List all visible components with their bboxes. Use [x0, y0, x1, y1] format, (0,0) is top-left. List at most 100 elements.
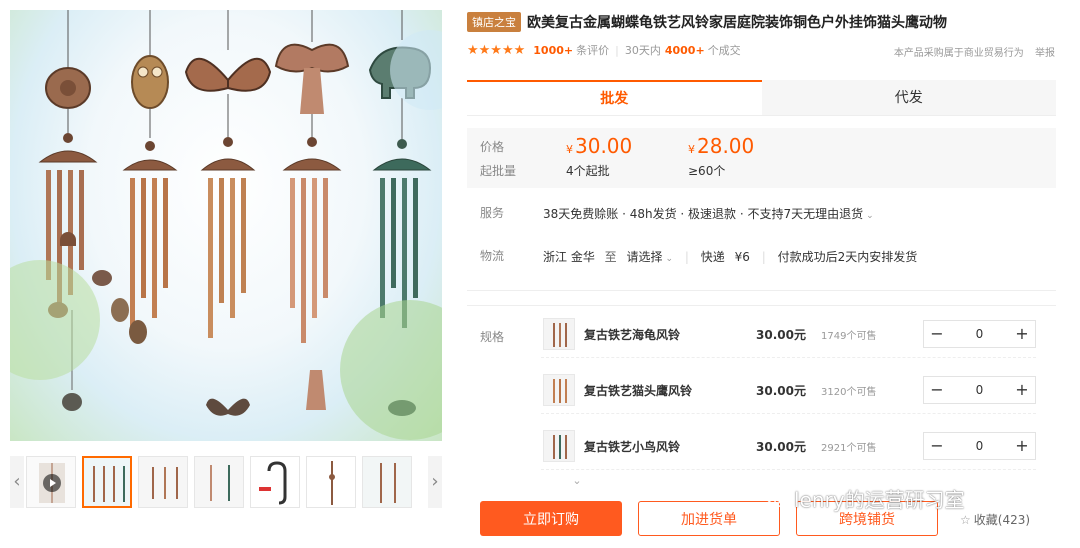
spec-thumbnail[interactable] — [543, 374, 575, 406]
thumbnail-next-arrow-icon[interactable]: › — [428, 456, 442, 508]
thumbnail-strip: ‹ › — [10, 456, 442, 508]
chime-thumb-icon — [139, 457, 187, 507]
moq-label: 起批量 — [480, 164, 517, 178]
ship-from: 浙江 金华 — [543, 250, 595, 264]
review-count[interactable]: 1000+ — [533, 44, 573, 57]
favorite-label: 收藏(423) — [973, 513, 1031, 527]
divider: | — [761, 250, 766, 264]
increase-button[interactable]: + — [1009, 433, 1035, 459]
price-box: 价格 起批量 ¥30.00 4个起批 ¥28.00 ≥60个 — [467, 128, 1056, 188]
section-divider — [467, 290, 1056, 291]
quantity-stepper: − 0 + — [923, 432, 1036, 460]
quantity-input[interactable]: 0 — [950, 377, 1009, 403]
divider: | — [615, 43, 619, 57]
spec-label: 规格 — [480, 330, 505, 344]
spec-row: 复古铁艺小鸟风铃 30.00元 2921个可售 − 0 + — [541, 424, 1036, 470]
wechat-icon — [766, 489, 790, 508]
destination-select[interactable]: 请选择 — [627, 250, 663, 264]
thumbnail-item[interactable] — [362, 456, 412, 508]
chime-thumb-icon — [84, 458, 130, 506]
currency-symbol: ¥ — [688, 143, 695, 156]
report-link[interactable]: 举报 — [1035, 48, 1055, 59]
express-label: 快递 — [700, 250, 725, 264]
play-icon[interactable] — [43, 474, 61, 492]
currency-symbol: ¥ — [566, 143, 573, 156]
bird-chime-icon — [553, 435, 567, 459]
spec-row: 复古铁艺海龟风铃 30.00元 1749个可售 − 0 + — [541, 312, 1036, 358]
price-tier-1: ¥30.00 — [566, 134, 632, 158]
trade-notice: 本产品采购属于商业贸易行为 举报 — [886, 44, 1055, 59]
service-label: 服务 — [480, 206, 505, 220]
spec-thumbnail[interactable] — [543, 318, 575, 350]
product-title-row: 镇店之宝 欧美复古金属蝴蝶龟铁艺风铃家居庭院装饰铜色户外挂饰猫头鹰动物 — [467, 12, 947, 32]
spec-stock: 3120个可售 — [821, 387, 877, 398]
angel-chime-icon — [274, 10, 350, 410]
chime-thumb-icon — [307, 457, 355, 507]
service-text: 38天免费赊账 · 48h发货 · 极速退款 · 不支持7天无理由退货 — [543, 207, 864, 221]
price-tier-2: ¥28.00 — [688, 134, 754, 158]
main-product-image[interactable] — [10, 10, 442, 441]
decrease-button[interactable]: − — [924, 433, 950, 459]
to-label: 至 — [604, 250, 617, 264]
express-fee: ¥6 — [734, 250, 750, 264]
owl-chime-icon — [553, 379, 567, 403]
thumbnail-item[interactable] — [138, 456, 188, 508]
turtle-chime-icon — [553, 323, 567, 347]
star-icon: ☆ — [960, 513, 971, 527]
deal-count: 4000+ — [664, 43, 705, 57]
spec-stock: 1749个可售 — [821, 331, 877, 342]
thumbnail-prev-arrow-icon[interactable]: ‹ — [10, 456, 24, 508]
quantity-input[interactable]: 0 — [950, 321, 1009, 347]
price-value: 28.00 — [697, 134, 755, 158]
spec-name: 复古铁艺猫头鹰风铃 — [584, 384, 693, 398]
thumbnail-item[interactable] — [194, 456, 244, 508]
add-to-cart-button[interactable]: 加进货单 — [638, 501, 780, 536]
buy-now-button[interactable]: 立即订购 — [480, 501, 622, 536]
thumbnail-item[interactable] — [250, 456, 300, 508]
divider: | — [684, 250, 689, 264]
chevron-down-icon[interactable]: ⌄ — [866, 211, 874, 221]
shop-treasure-badge: 镇店之宝 — [467, 12, 521, 32]
rating-row: ★★★★★ 1000+ 条评价 | 30天内 4000+ 个成交 — [467, 42, 741, 58]
moq-tier-1: 4个起批 — [566, 164, 610, 178]
spec-stock: 2921个可售 — [821, 443, 877, 454]
watermark-text: lenry的运营研习室 — [794, 488, 965, 512]
product-title: 欧美复古金属蝴蝶龟铁艺风铃家居庭院装饰铜色户外挂饰猫头鹰动物 — [527, 15, 947, 31]
period-label: 30天内 — [624, 44, 661, 57]
watermark: lenry的运营研习室 — [766, 484, 965, 513]
logistics-label: 物流 — [480, 249, 505, 263]
decrease-button[interactable]: − — [924, 321, 950, 347]
tab-dropship[interactable]: 代发 — [761, 80, 1056, 115]
thumbnail-item[interactable] — [306, 456, 356, 508]
review-label: 条评价 — [576, 44, 610, 57]
spec-thumbnail[interactable] — [543, 430, 575, 462]
expand-specs-chevron-icon[interactable]: ⌄ — [568, 474, 586, 487]
thumbnail-item[interactable] — [82, 456, 132, 508]
price-value: 30.00 — [575, 134, 633, 158]
service-value[interactable]: 38天免费赊账 · 48h发货 · 极速退款 · 不支持7天无理由退货 ⌄ — [543, 205, 874, 222]
favorite-button[interactable]: ☆ 收藏(423) — [960, 511, 1030, 528]
thumbnail-video[interactable] — [26, 456, 76, 508]
rating-stars-icon: ★★★★★ — [467, 42, 526, 58]
quantity-stepper: − 0 + — [923, 376, 1036, 404]
logistics-value: 浙江 金华 至 请选择 ⌄ | 快递 ¥6 | 付款成功后2天内安排发货 — [543, 248, 917, 265]
hook-thumb-icon — [251, 457, 299, 507]
butterfly-chime-icon — [184, 10, 272, 416]
trade-notice-text: 本产品采购属于商业贸易行为 — [893, 48, 1024, 59]
deal-label: 个成交 — [707, 44, 741, 57]
spec-price: 30.00元 — [756, 384, 806, 398]
increase-button[interactable]: + — [1009, 377, 1035, 403]
price-label: 价格 — [480, 140, 505, 154]
tab-wholesale[interactable]: 批发 — [467, 80, 762, 115]
chime-thumb-icon — [195, 457, 243, 507]
moq-tier-2: ≥60个 — [688, 164, 726, 178]
owl-chime-icon — [111, 10, 178, 344]
decrease-button[interactable]: − — [924, 377, 950, 403]
chevron-down-icon[interactable]: ⌄ — [666, 254, 674, 264]
spec-price: 30.00元 — [756, 328, 806, 342]
ship-note: 付款成功后2天内安排发货 — [777, 250, 918, 264]
increase-button[interactable]: + — [1009, 321, 1035, 347]
spec-price: 30.00元 — [756, 440, 806, 454]
purchase-mode-tabs: 批发 代发 — [467, 80, 1056, 116]
quantity-input[interactable]: 0 — [950, 433, 1009, 459]
